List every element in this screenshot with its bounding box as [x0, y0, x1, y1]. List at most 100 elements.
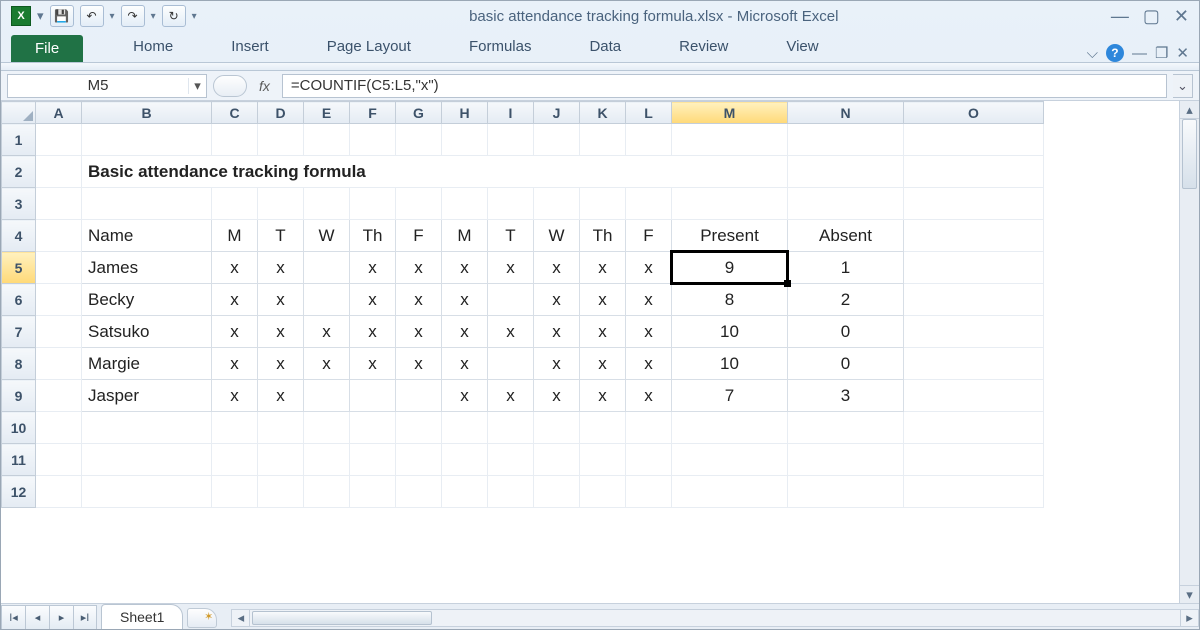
cell-K6[interactable]: x: [580, 284, 626, 316]
cell-E7[interactable]: x: [304, 316, 350, 348]
row-header-8[interactable]: 8: [2, 348, 36, 380]
col-header-A[interactable]: A: [36, 102, 82, 124]
cell-K1[interactable]: [580, 124, 626, 156]
cell-K4[interactable]: Th: [580, 220, 626, 252]
cell-K5[interactable]: x: [580, 252, 626, 284]
cell-A3[interactable]: [36, 188, 82, 220]
cell-G8[interactable]: x: [396, 348, 442, 380]
row-header-1[interactable]: 1: [2, 124, 36, 156]
cell-C6[interactable]: x: [212, 284, 258, 316]
cell-G6[interactable]: x: [396, 284, 442, 316]
cell-J5[interactable]: x: [534, 252, 580, 284]
cell-N5[interactable]: 1: [788, 252, 904, 284]
col-header-O[interactable]: O: [904, 102, 1044, 124]
cell-L5[interactable]: x: [626, 252, 672, 284]
cell-K11[interactable]: [580, 444, 626, 476]
cell-B5[interactable]: James: [82, 252, 212, 284]
row-header-7[interactable]: 7: [2, 316, 36, 348]
cell-L7[interactable]: x: [626, 316, 672, 348]
cell-I11[interactable]: [488, 444, 534, 476]
row-header-6[interactable]: 6: [2, 284, 36, 316]
sheet-tab[interactable]: Sheet1: [101, 604, 183, 630]
cell-C8[interactable]: x: [212, 348, 258, 380]
cell-D3[interactable]: [258, 188, 304, 220]
cell-N2[interactable]: [788, 156, 904, 188]
cell-B7[interactable]: Satsuko: [82, 316, 212, 348]
cell-F12[interactable]: [350, 476, 396, 508]
cell-O6[interactable]: [904, 284, 1044, 316]
cell-E6[interactable]: [304, 284, 350, 316]
cell-K3[interactable]: [580, 188, 626, 220]
fx-icon[interactable]: fx: [253, 78, 276, 94]
minimize-button[interactable]: —: [1111, 6, 1129, 27]
cell-N3[interactable]: [788, 188, 904, 220]
cell-L6[interactable]: x: [626, 284, 672, 316]
col-header-M[interactable]: M: [672, 102, 788, 124]
cell-L8[interactable]: x: [626, 348, 672, 380]
cell-D7[interactable]: x: [258, 316, 304, 348]
qat-dropdown-icon[interactable]: ▾: [37, 8, 44, 24]
undo-dropdown-icon[interactable]: ▾: [110, 11, 115, 22]
cell-F5[interactable]: x: [350, 252, 396, 284]
cell-A12[interactable]: [36, 476, 82, 508]
name-box-dropdown-icon[interactable]: ▾: [188, 78, 206, 94]
cell-E11[interactable]: [304, 444, 350, 476]
cell-B2[interactable]: Basic attendance tracking formula: [82, 156, 788, 188]
col-header-G[interactable]: G: [396, 102, 442, 124]
cell-J9[interactable]: x: [534, 380, 580, 412]
horizontal-scrollbar[interactable]: ◂ ▸: [231, 609, 1199, 627]
cell-H5[interactable]: x: [442, 252, 488, 284]
cell-G10[interactable]: [396, 412, 442, 444]
cell-I7[interactable]: x: [488, 316, 534, 348]
cell-G12[interactable]: [396, 476, 442, 508]
save-button[interactable]: 💾: [50, 5, 74, 27]
col-header-H[interactable]: H: [442, 102, 488, 124]
cell-M11[interactable]: [672, 444, 788, 476]
scroll-left-icon[interactable]: ◂: [232, 610, 250, 626]
cell-A6[interactable]: [36, 284, 82, 316]
cell-E8[interactable]: x: [304, 348, 350, 380]
formula-input[interactable]: =COUNTIF(C5:L5,"x"): [282, 74, 1167, 98]
cell-N9[interactable]: 3: [788, 380, 904, 412]
col-header-D[interactable]: D: [258, 102, 304, 124]
workbook-restore-icon[interactable]: ❐: [1155, 44, 1168, 62]
cell-A5[interactable]: [36, 252, 82, 284]
redo-button[interactable]: ↷: [121, 5, 145, 27]
row-header-3[interactable]: 3: [2, 188, 36, 220]
redo-dropdown-icon[interactable]: ▾: [151, 11, 156, 22]
cell-B12[interactable]: [82, 476, 212, 508]
cell-C5[interactable]: x: [212, 252, 258, 284]
cell-K7[interactable]: x: [580, 316, 626, 348]
workbook-minimize-icon[interactable]: —: [1132, 45, 1147, 62]
tab-formulas[interactable]: Formulas: [449, 32, 552, 62]
spreadsheet-grid[interactable]: ABCDEFGHIJKLMNO12Basic attendance tracki…: [1, 101, 1044, 508]
cell-H9[interactable]: x: [442, 380, 488, 412]
cell-J4[interactable]: W: [534, 220, 580, 252]
workbook-close-icon[interactable]: ✕: [1176, 44, 1189, 62]
cell-E1[interactable]: [304, 124, 350, 156]
cell-B3[interactable]: [82, 188, 212, 220]
cell-O10[interactable]: [904, 412, 1044, 444]
sheet-nav-first[interactable]: I◂: [1, 605, 25, 630]
cell-O7[interactable]: [904, 316, 1044, 348]
cell-I8[interactable]: [488, 348, 534, 380]
cell-F9[interactable]: [350, 380, 396, 412]
cell-J1[interactable]: [534, 124, 580, 156]
cell-A7[interactable]: [36, 316, 82, 348]
row-header-9[interactable]: 9: [2, 380, 36, 412]
cell-I5[interactable]: x: [488, 252, 534, 284]
cell-N7[interactable]: 0: [788, 316, 904, 348]
cell-O9[interactable]: [904, 380, 1044, 412]
row-header-2[interactable]: 2: [2, 156, 36, 188]
cell-L4[interactable]: F: [626, 220, 672, 252]
cell-A8[interactable]: [36, 348, 82, 380]
cell-D10[interactable]: [258, 412, 304, 444]
cell-J8[interactable]: x: [534, 348, 580, 380]
undo-button[interactable]: ↶: [80, 5, 104, 27]
cell-I6[interactable]: [488, 284, 534, 316]
cell-M4[interactable]: Present: [672, 220, 788, 252]
cell-N8[interactable]: 0: [788, 348, 904, 380]
cell-H1[interactable]: [442, 124, 488, 156]
cell-H11[interactable]: [442, 444, 488, 476]
cell-B1[interactable]: [82, 124, 212, 156]
